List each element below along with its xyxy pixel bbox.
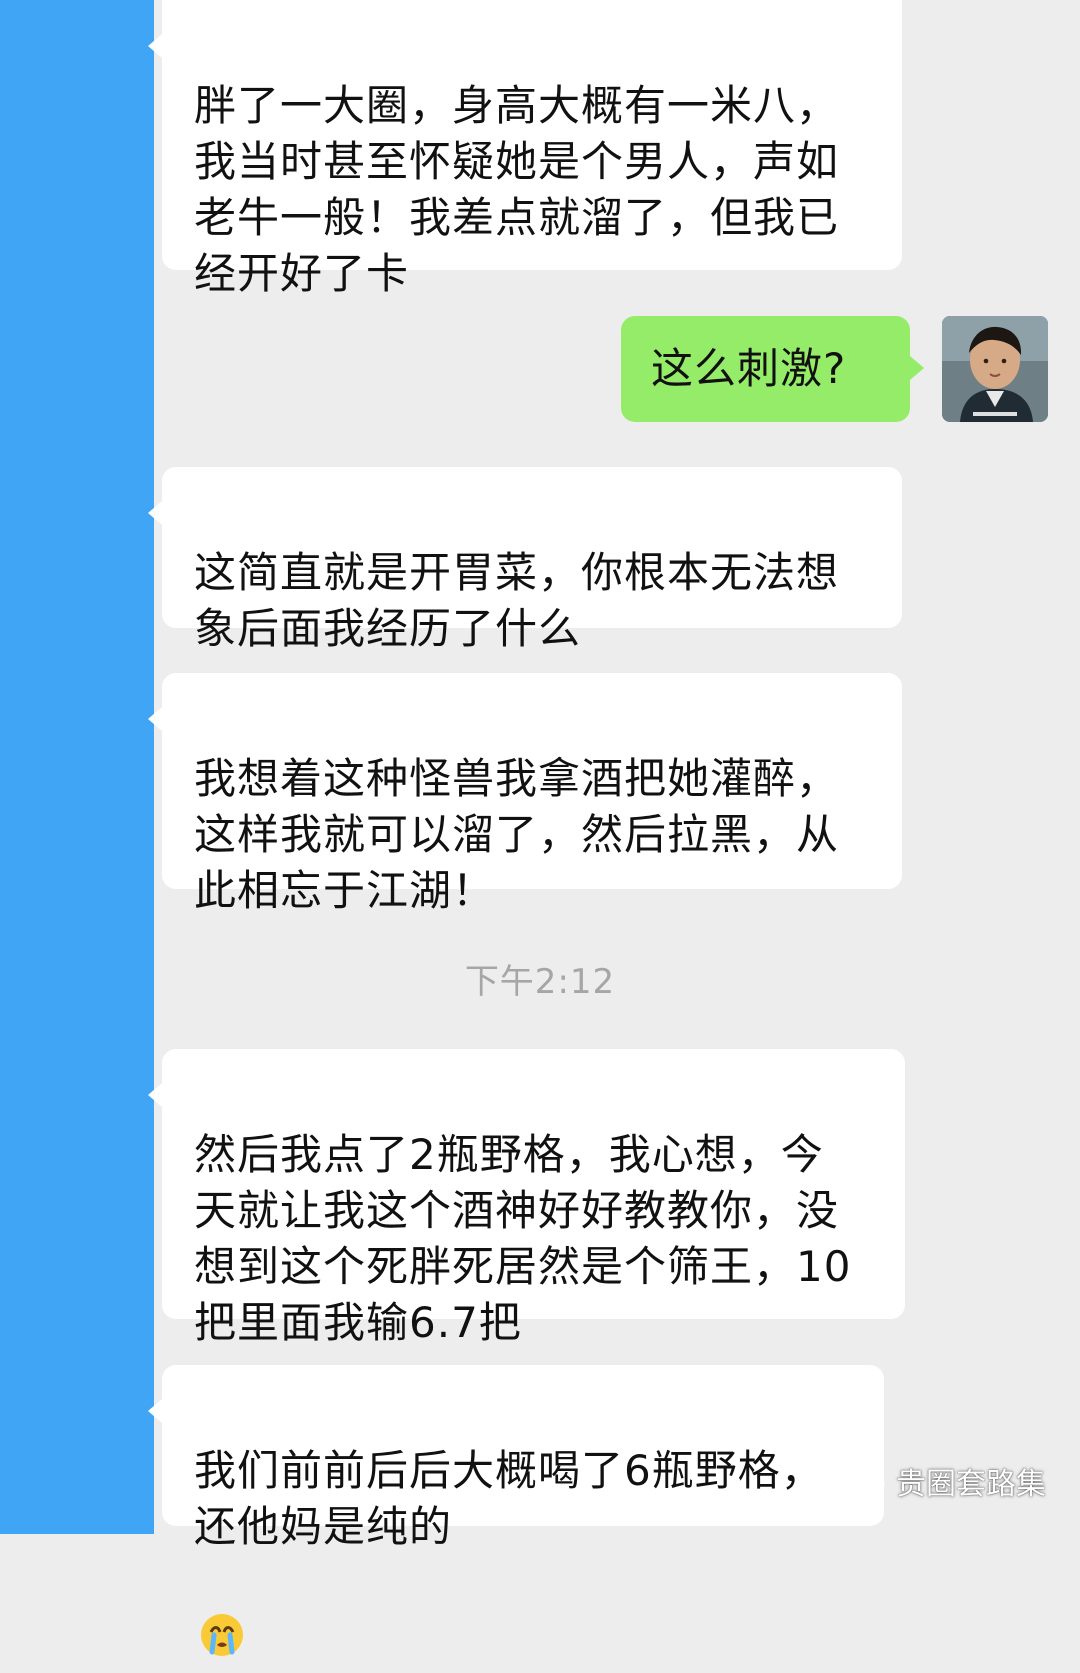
message-bubble-received-2[interactable]: 这简直就是开胃菜，你根本无法想 象后面我经历了什么 xyxy=(148,467,902,653)
message-bubble-received-1[interactable]: 胖了一大圈，身高大概有一米八， 我当时甚至怀疑她是个男人，声如 老牛一般！我差点… xyxy=(148,0,902,298)
message-bubble-received-5[interactable]: 我们前前后后大概喝了6瓶野格， 还他妈是纯的 xyxy=(148,1365,884,1656)
message-bubble-received-4[interactable]: 然后我点了2瓶野格，我心想，今 天就让我这个酒神好好教教你，没 想到这个死胖死居… xyxy=(148,1049,905,1347)
crying-face-icon xyxy=(198,1555,246,1656)
message-text: 胖了一大圈，身高大概有一米八， 我当时甚至怀疑她是个男人，声如 老牛一般！我差点… xyxy=(194,81,840,298)
message-text: 我们前前后后大概喝了6瓶野格， 还他妈是纯的 xyxy=(194,1446,824,1551)
message-bubble-received-3[interactable]: 我想着这种怪兽我拿酒把她灌醉， 这样我就可以溜了，然后拉黑，从 此相忘于江湖！ xyxy=(148,673,902,915)
wechat-icon xyxy=(844,1465,885,1496)
avatar[interactable] xyxy=(942,316,1048,422)
message-timestamp: 下午2:12 xyxy=(464,962,616,1002)
avatar-photo xyxy=(942,316,1048,422)
watermark-text: 贵圈套路集 xyxy=(896,1467,1046,1502)
message-text: 然后我点了2瓶野格，我心想，今 天就让我这个酒神好好教教你，没 想到这个死胖死居… xyxy=(194,1130,852,1347)
blue-side-strip xyxy=(0,0,154,1534)
message-text: 这么刺激? xyxy=(651,344,847,393)
message-bubble-sent-1[interactable]: 这么刺激? xyxy=(621,316,924,422)
watermark: 贵圈套路集 xyxy=(844,1456,1046,1506)
